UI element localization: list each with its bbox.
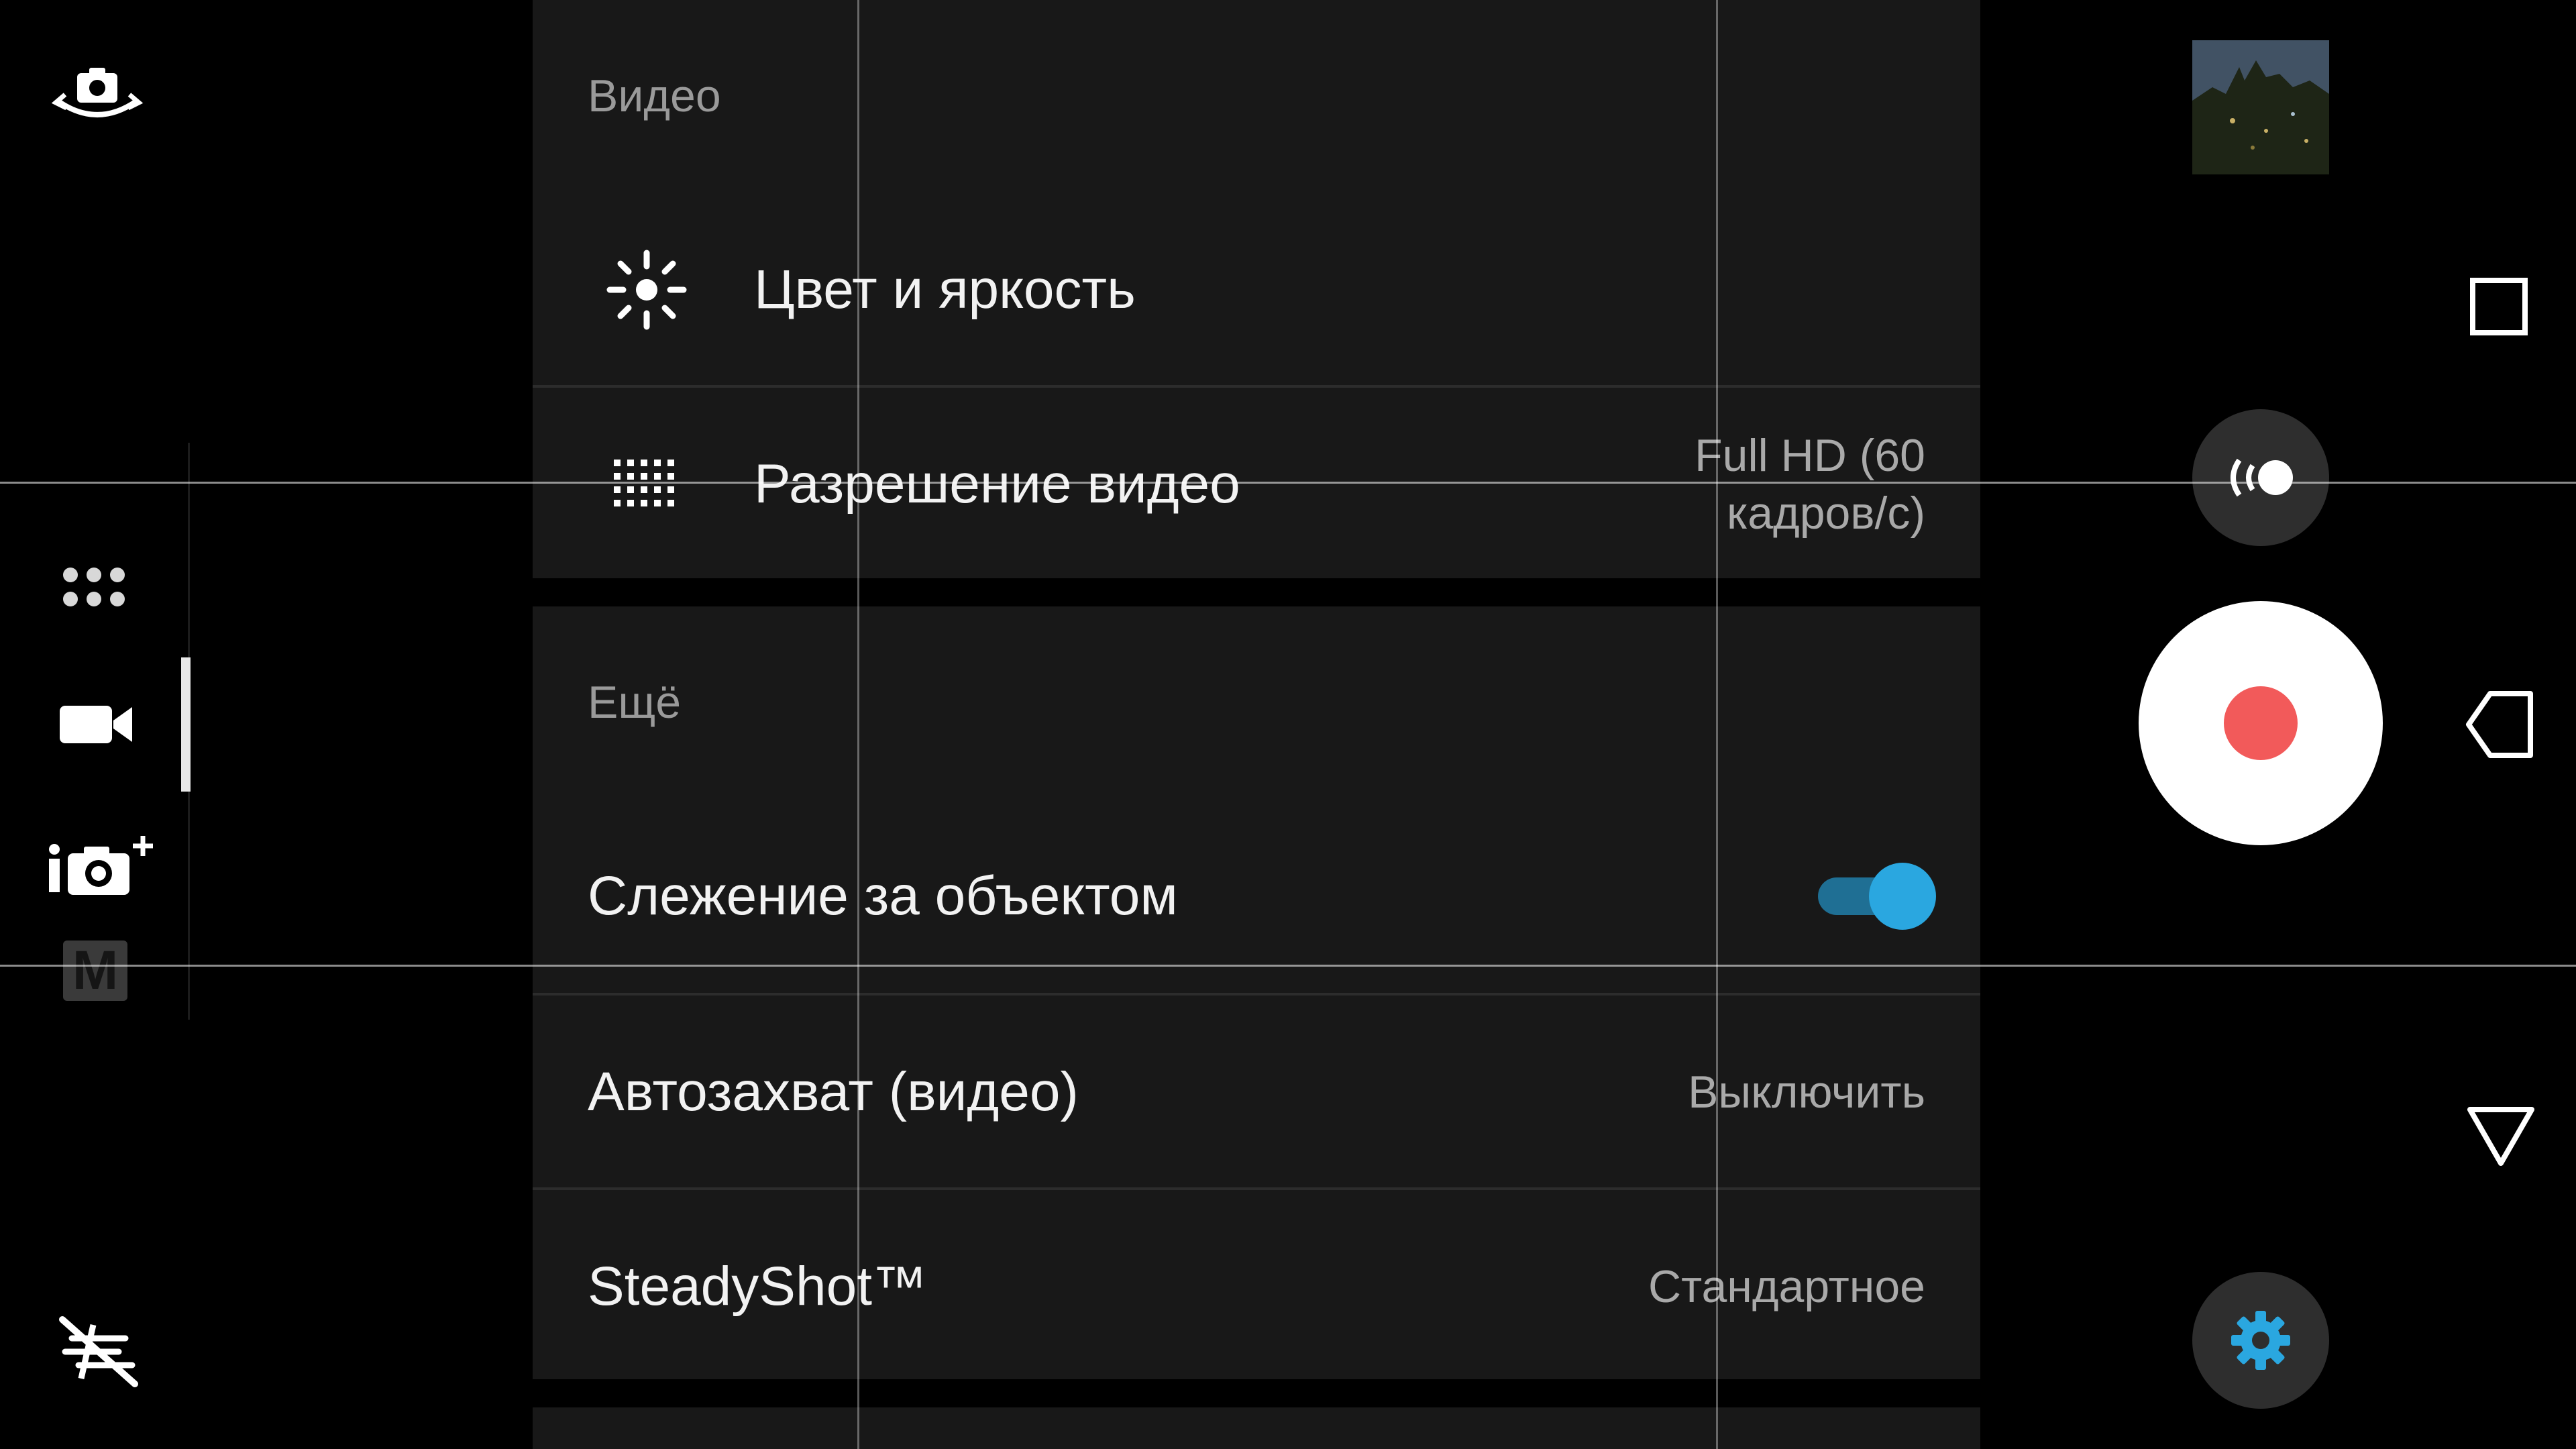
object-tracking-label: Слежение за объектом [588,865,1178,926]
video-resolution-value-line1: Full HD (60 [1695,430,1925,481]
video-section-title: Видео [588,70,721,121]
more-section-title: Ещё [588,677,682,728]
settings-panel: Видео Цвет и яркость Разрешение видео Fu… [533,0,1980,1449]
brightness-icon [593,246,700,333]
live-stream-icon[interactable] [2192,409,2329,546]
video-resolution-value-line2: кадров/с) [1726,488,1925,539]
video-section: Видео Цвет и яркость Разрешение видео Fu… [533,0,1980,578]
add-photo-mode-icon[interactable] [40,828,161,902]
hide-keyboard-icon[interactable] [2466,1106,2536,1167]
back-icon[interactable] [2463,690,2537,759]
manual-mode-letter: M [72,940,119,1001]
apps-grid-icon[interactable] [54,557,134,617]
settings-gear-icon[interactable] [2192,1272,2329,1409]
flash-off-icon[interactable] [48,1308,149,1395]
video-resolution-label: Разрешение видео [754,453,1240,515]
steadyshot-label: SteadyShot™ [588,1256,927,1317]
object-tracking-toggle[interactable] [1818,863,1936,930]
left-rail: M [0,0,195,1449]
record-dot [2224,686,2298,760]
recents-icon[interactable] [2469,276,2529,337]
toggle-knob [1869,863,1936,930]
auto-capture-row[interactable]: Автозахват (видео) Выключить [533,996,1980,1189]
record-button[interactable] [2139,601,2383,845]
object-tracking-row[interactable]: Слежение за объектом [533,800,1980,993]
color-brightness-label: Цвет и яркость [754,259,1136,320]
steadyshot-value: Стандартное [1648,1261,1925,1312]
resolution-grid-icon [593,454,700,515]
gallery-thumbnail[interactable] [2192,40,2329,174]
manual-mode-icon[interactable]: M [63,940,127,1001]
next-section-peek [533,1407,1980,1449]
auto-capture-value: Выключить [1688,1067,1925,1118]
active-mode-indicator [181,657,191,792]
switch-camera-icon[interactable] [47,60,148,134]
more-section: Ещё Слежение за объектом Автозахват (вид… [533,606,1980,1379]
steadyshot-row[interactable]: SteadyShot™ Стандартное [533,1190,1980,1383]
video-resolution-value: Full HD (60 кадров/с) [1695,427,1925,542]
color-brightness-row[interactable]: Цвет и яркость [533,193,1980,386]
video-mode-icon[interactable] [52,694,140,755]
video-resolution-row[interactable]: Разрешение видео Full HD (60 кадров/с) [533,388,1980,581]
auto-capture-label: Автозахват (видео) [588,1061,1079,1122]
